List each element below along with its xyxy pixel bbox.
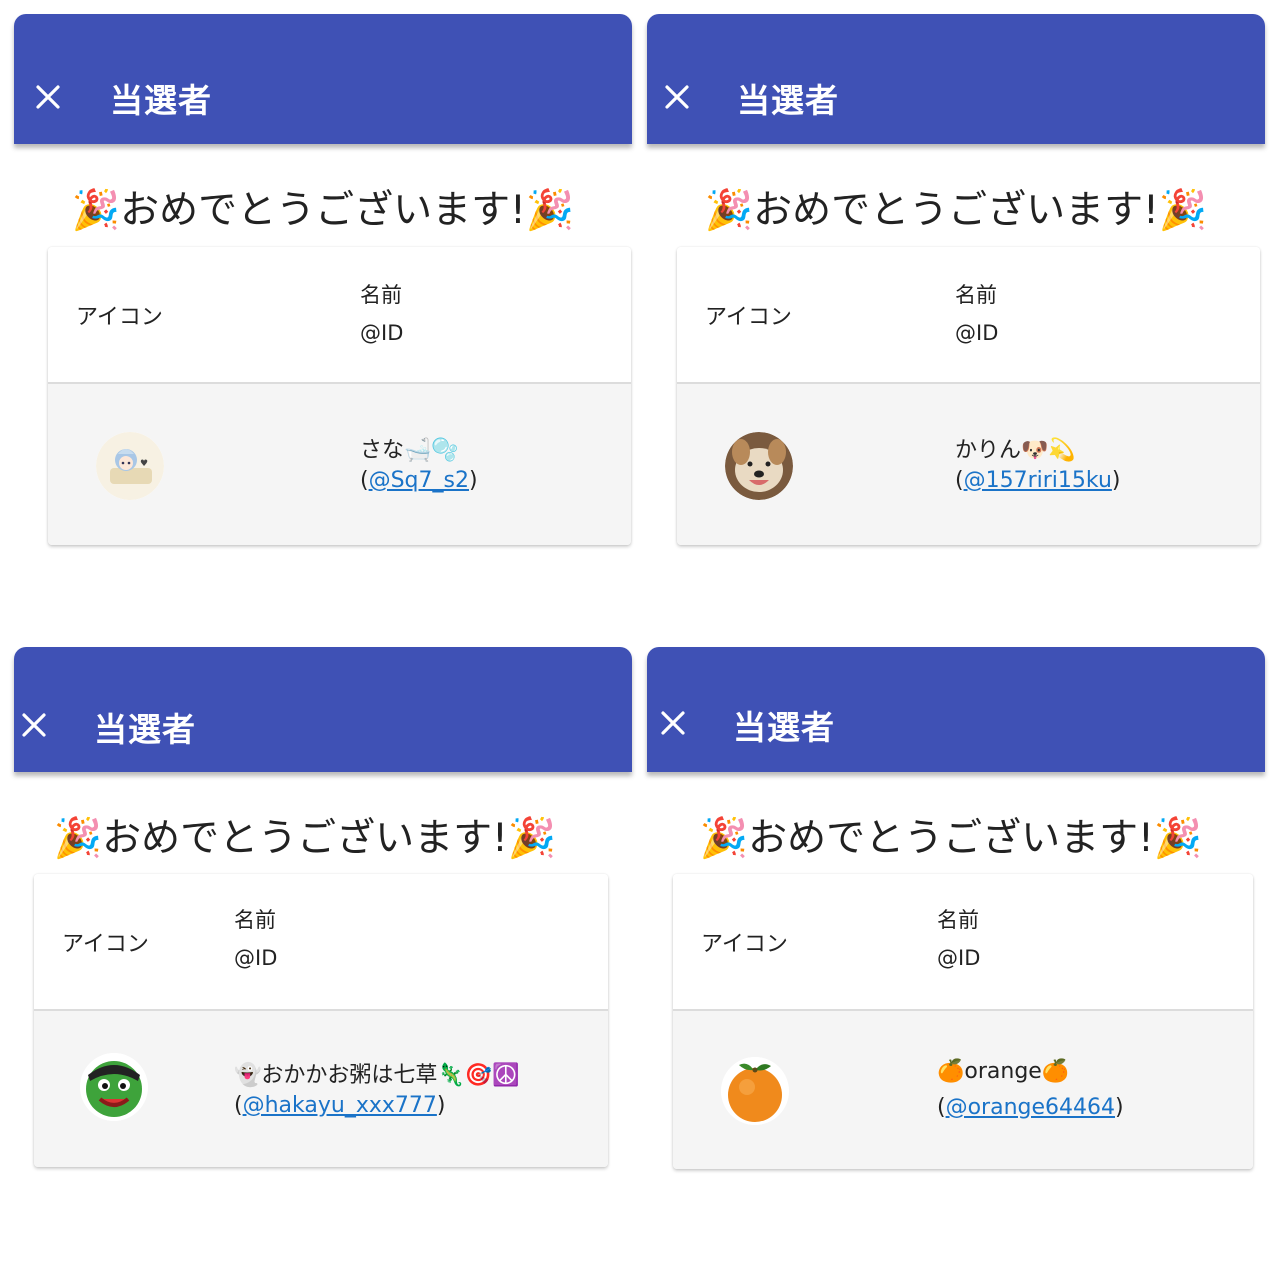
id-close-paren: ) xyxy=(468,468,478,493)
app-bar: 当選者 xyxy=(647,647,1265,772)
winner-name: さな🛁🫧 xyxy=(360,438,459,463)
winner-profile-link[interactable]: @157riri15ku xyxy=(964,468,1112,493)
close-button[interactable] xyxy=(30,79,66,115)
table-row: ♥ さな🛁🫧 (@Sq7_s2) xyxy=(48,384,631,545)
column-header-id: @ID xyxy=(234,946,278,970)
winner-dialog: 当選者 🎉おめでとうございます!🎉 アイコン 名前 @ID 🍊orange🍊 (… xyxy=(647,647,1265,1207)
app-bar: 当選者 xyxy=(14,647,632,772)
congratulations-message: 🎉おめでとうございます!🎉 xyxy=(704,188,1208,233)
column-header-name: 名前 xyxy=(234,908,276,932)
column-header-name: 名前 xyxy=(955,283,997,307)
winner-table: アイコン 名前 @ID ♥ さな🛁🫧 (@Sq7_s2) xyxy=(48,247,631,545)
dialog-title: 当選者 xyxy=(110,81,212,120)
winner-table: アイコン 名前 @ID 👻おかかお粥は七草🦎🎯☮️ (@hakayu_xxx77… xyxy=(34,874,608,1167)
app-bar: 当選者 xyxy=(14,14,632,144)
winner-dialog: 当選者 🎉おめでとうございます!🎉 アイコン 名前 @ID � xyxy=(14,647,632,1207)
table-header: アイコン 名前 @ID xyxy=(34,874,608,1011)
winner-name: 👻おかかお粥は七草🦎🎯☮️ xyxy=(234,1063,520,1088)
column-header-name: 名前 xyxy=(937,908,979,932)
close-button[interactable] xyxy=(655,705,691,741)
id-open-paren: ( xyxy=(360,468,369,493)
table-row: かりん🐶💫 (@157riri15ku) xyxy=(677,384,1260,545)
congratulations-message: 🎉おめでとうございます!🎉 xyxy=(53,816,557,861)
close-button[interactable] xyxy=(659,79,695,115)
winner-id: (@hakayu_xxx777) xyxy=(234,1093,445,1118)
dialog-title: 当選者 xyxy=(737,81,839,120)
app-bar: 当選者 xyxy=(647,14,1265,144)
table-header: アイコン 名前 @ID xyxy=(48,247,631,384)
column-header-id: @ID xyxy=(937,946,981,970)
id-open-paren: ( xyxy=(234,1093,243,1118)
table-row: 👻おかかお粥は七草🦎🎯☮️ (@hakayu_xxx777) xyxy=(34,1011,608,1167)
winner-id: (@orange64464) xyxy=(937,1095,1124,1120)
column-header-icon: アイコン xyxy=(705,305,792,330)
avatar[interactable] xyxy=(721,1057,789,1125)
table-header: アイコン 名前 @ID xyxy=(677,247,1260,384)
column-header-id: @ID xyxy=(955,321,999,345)
column-header-id: @ID xyxy=(360,321,404,345)
close-button[interactable] xyxy=(16,707,52,743)
winner-id: (@157riri15ku) xyxy=(955,468,1121,493)
winner-dialog: 当選者 🎉おめでとうございます!🎉 アイコン 名前 @ID かりん🐶💫 (@15… xyxy=(647,14,1265,574)
dialog-title: 当選者 xyxy=(94,710,196,749)
bath-character-avatar: ♥ xyxy=(96,432,164,500)
column-header-icon: アイコン xyxy=(76,305,163,330)
id-open-paren: ( xyxy=(955,468,964,493)
winner-name: かりん🐶💫 xyxy=(955,438,1076,463)
svg-text:♥: ♥ xyxy=(140,459,148,469)
congratulations-message: 🎉おめでとうございます!🎉 xyxy=(699,816,1203,861)
congratulations-message: 🎉おめでとうございます!🎉 xyxy=(71,188,575,233)
id-close-paren: ) xyxy=(436,1093,446,1118)
winner-profile-link[interactable]: @Sq7_s2 xyxy=(369,468,469,493)
table-header: アイコン 名前 @ID xyxy=(673,874,1253,1011)
id-close-paren: ) xyxy=(1115,1095,1124,1120)
dog-photo-avatar xyxy=(725,432,793,500)
winner-id: (@Sq7_s2) xyxy=(360,468,478,493)
table-row: 🍊orange🍊 (@orange64464) xyxy=(673,1011,1253,1169)
id-close-paren: ) xyxy=(1111,468,1121,493)
avatar[interactable]: ♥ xyxy=(96,432,164,500)
column-header-icon: アイコン xyxy=(62,932,149,957)
id-open-paren: ( xyxy=(937,1095,946,1120)
winner-dialog: 当選者 🎉おめでとうございます!🎉 アイコン 名前 @ID ♥ さな🛁🫧 (@S… xyxy=(14,14,632,574)
avatar[interactable] xyxy=(80,1053,148,1121)
close-icon xyxy=(665,85,689,109)
column-header-icon: アイコン xyxy=(701,932,788,957)
winner-table: アイコン 名前 @ID かりん🐶💫 (@157riri15ku) xyxy=(677,247,1260,545)
winner-table: アイコン 名前 @ID 🍊orange🍊 (@orange64464) xyxy=(673,874,1253,1169)
close-icon xyxy=(661,711,685,735)
close-icon xyxy=(22,713,46,737)
column-header-name: 名前 xyxy=(360,283,402,307)
winner-profile-link[interactable]: @orange64464 xyxy=(946,1095,1115,1120)
green-character-avatar xyxy=(80,1053,148,1121)
avatar[interactable] xyxy=(725,432,793,500)
orange-avatar xyxy=(721,1057,789,1125)
dialog-title: 当選者 xyxy=(733,708,835,747)
close-icon xyxy=(36,85,60,109)
winner-profile-link[interactable]: @hakayu_xxx777 xyxy=(243,1093,437,1118)
winner-name: 🍊orange🍊 xyxy=(937,1059,1070,1084)
